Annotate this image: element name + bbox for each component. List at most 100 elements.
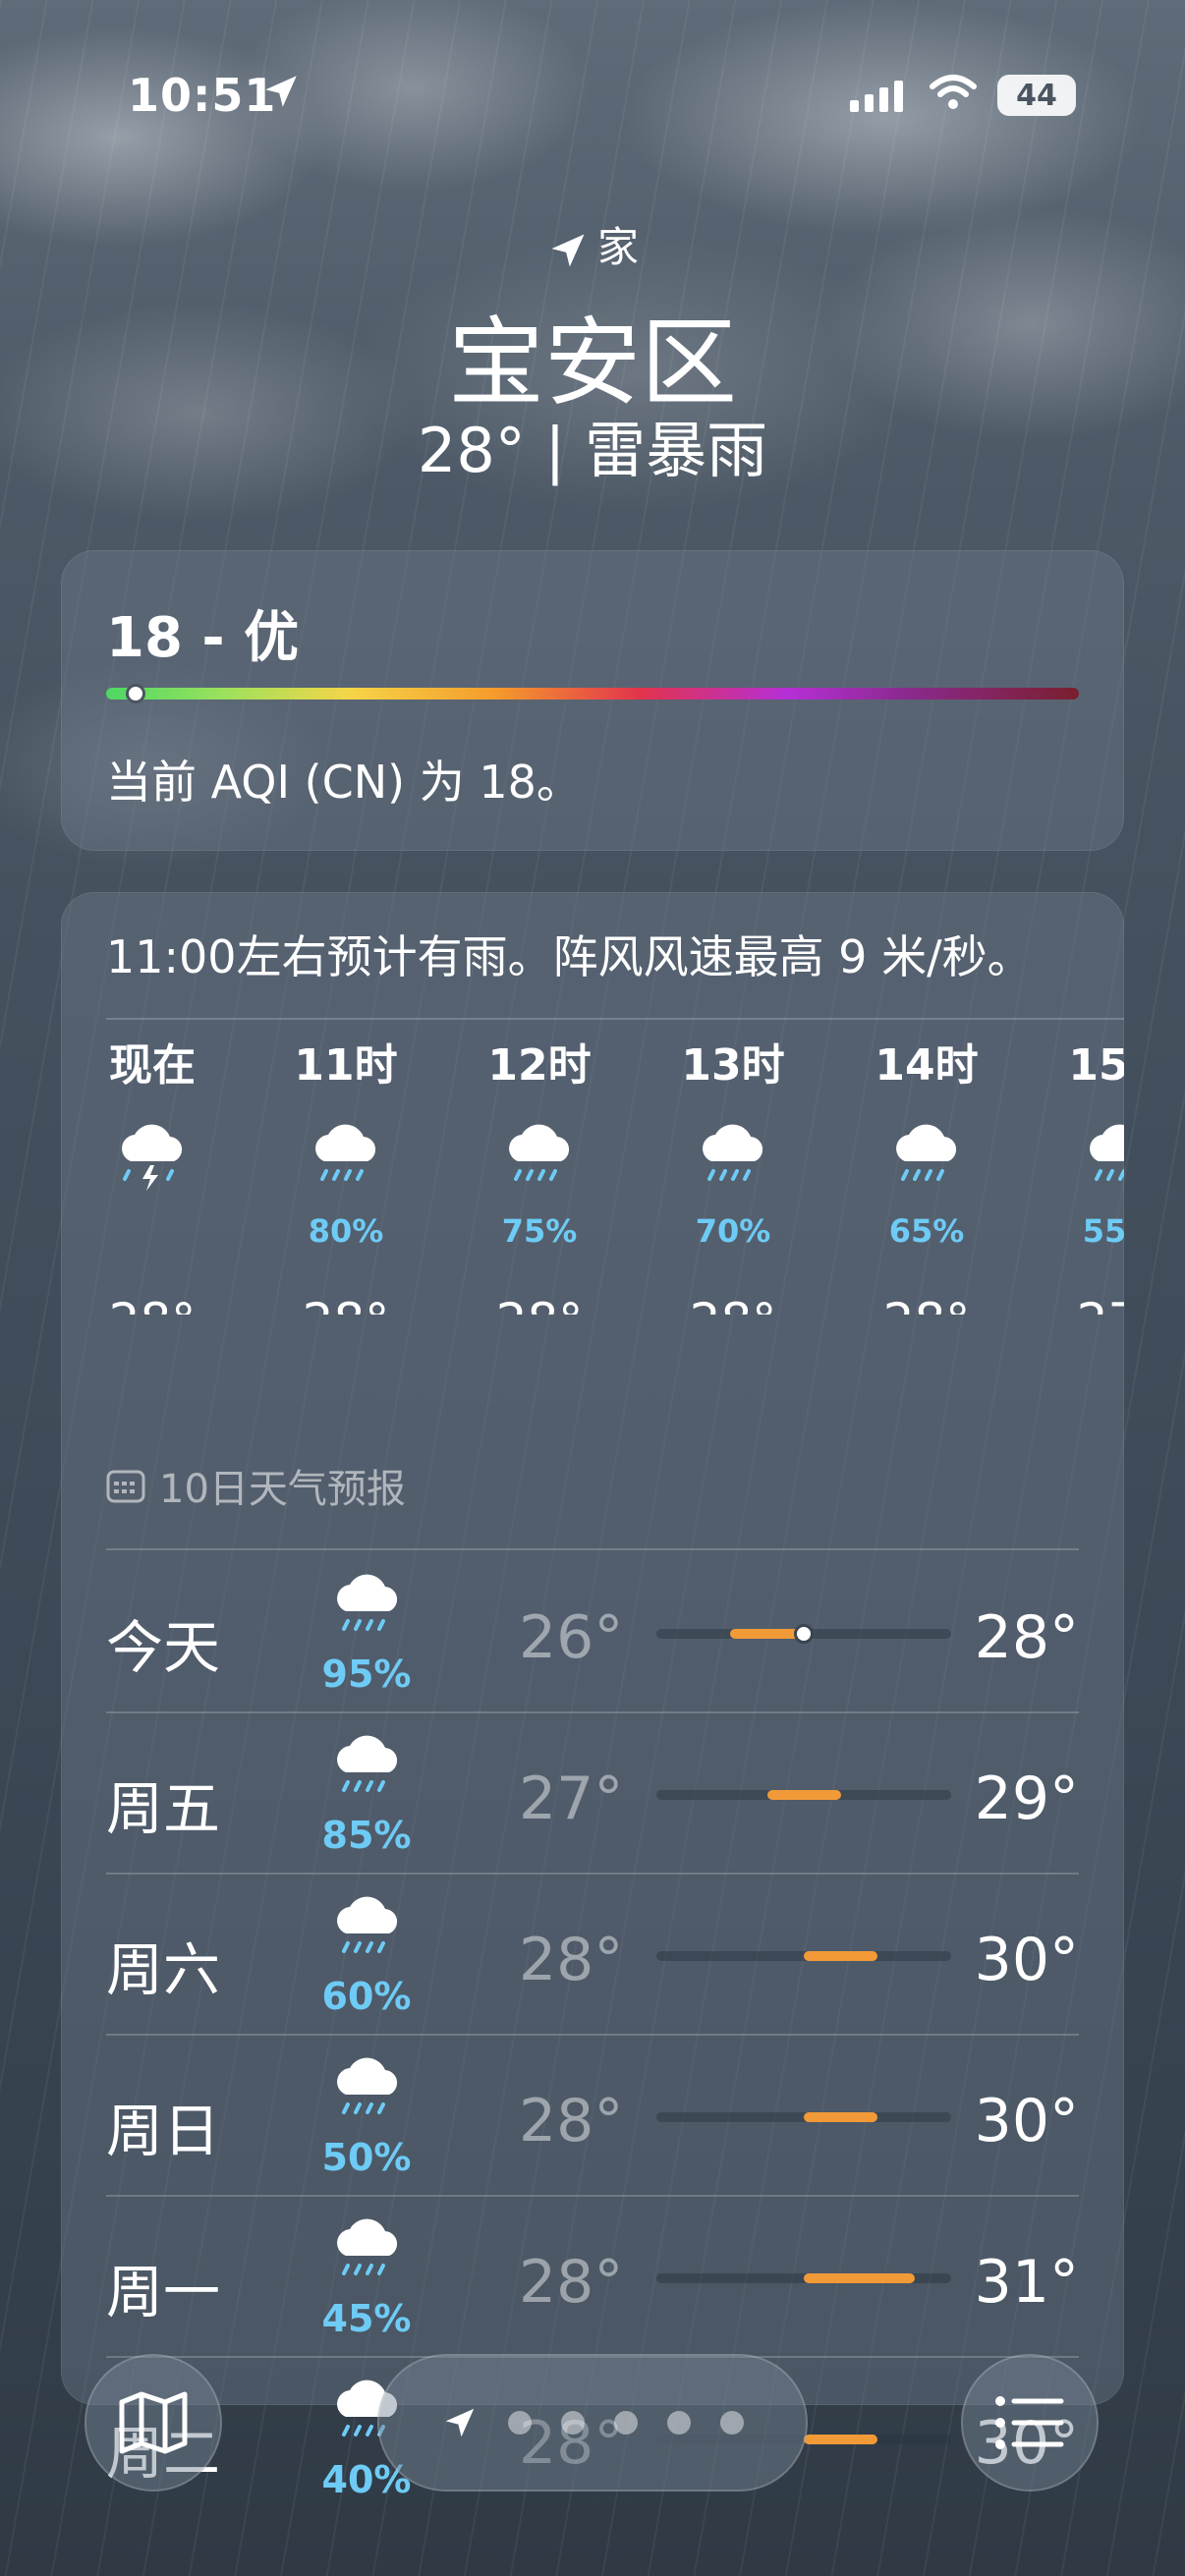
precip-chance: 65% xyxy=(888,1212,965,1250)
forecast-card: 11:00左右预计有雨。阵风风速最高 9 米/秒。 现在 28° 11时 80% 28°… xyxy=(61,892,1124,2501)
city-list-button[interactable] xyxy=(961,2354,1099,2492)
map-icon xyxy=(119,2391,188,2454)
rain-cloud-icon xyxy=(1090,1124,1124,1181)
hour-label: 11时 xyxy=(294,1040,398,1091)
low-temperature: 28° xyxy=(519,2248,624,2317)
high-temperature: 30° xyxy=(974,2087,1079,2156)
aqi-scale-bar xyxy=(106,688,1079,700)
hour-temperature: 28° xyxy=(106,1293,246,1315)
hour-temperature: 27° xyxy=(1027,1293,1124,1315)
hour-temperature: 28° xyxy=(446,1293,633,1315)
location-arrow-icon xyxy=(445,2408,475,2437)
day-name: 周六 xyxy=(106,1936,221,2003)
rain-cloud-icon xyxy=(703,1124,763,1181)
thunderstorm-icon xyxy=(115,1118,190,1199)
page-indicator[interactable] xyxy=(377,2354,808,2492)
precip-chance: 45% xyxy=(321,2297,412,2340)
precip-chance: 95% xyxy=(321,1652,412,1696)
temperature-range-fill xyxy=(730,1629,804,1639)
precip-chance: 70% xyxy=(695,1212,771,1250)
precip-chance: 75% xyxy=(501,1212,578,1250)
hour-label: 13时 xyxy=(681,1040,785,1091)
precip-chance: 50% xyxy=(321,2136,412,2179)
low-temperature: 26° xyxy=(519,1603,624,1672)
temperature-range-bar xyxy=(656,1790,951,1800)
rain-cloud-icon xyxy=(337,2218,398,2275)
aqi-card[interactable]: 18 - 优 当前 AQI (CN) 为 18。 xyxy=(61,550,1124,851)
precip-chance: 85% xyxy=(321,1814,412,1857)
rain-cloud-icon xyxy=(696,1118,770,1199)
thunderstorm-icon xyxy=(122,1124,183,1191)
page-dot xyxy=(508,2411,532,2435)
rain-cloud-icon xyxy=(509,1124,570,1181)
home-text: 家 xyxy=(596,223,639,271)
location-home-label: 家 xyxy=(0,214,1185,274)
current-summary: 28° | 雷暴雨 xyxy=(417,415,768,486)
page-dot xyxy=(720,2411,744,2435)
status-time: 10:51 xyxy=(128,69,277,122)
aqi-description: 当前 AQI (CN) 为 18。 xyxy=(106,756,582,809)
rain-cloud-icon xyxy=(337,1574,398,1631)
low-temperature: 28° xyxy=(519,2087,624,2156)
list-icon xyxy=(995,2396,1064,2449)
day-name: 今天 xyxy=(106,1614,221,1681)
ten-day-title: 10日天气预报 xyxy=(159,1467,406,1512)
day-name: 周一 xyxy=(106,2259,221,2325)
page-dot xyxy=(561,2411,585,2435)
rain-cloud-icon xyxy=(502,1118,577,1199)
temperature-range-bar xyxy=(656,2112,951,2122)
hourly-forecast-strip[interactable]: 现在 28° 11时 80% 28° 12时 75% 28° 13时 70% 28° 14时 65% 28… xyxy=(106,1020,1124,1315)
location-arrow-icon xyxy=(551,234,585,266)
aqi-marker xyxy=(125,684,145,703)
daily-forecast-row[interactable]: 周五 85% 27° 29° xyxy=(106,1711,1079,1873)
rain-cloud-icon xyxy=(896,1124,957,1181)
cellular-signal-icon xyxy=(850,81,903,112)
daily-forecast-row[interactable]: 周日 50% 28° 30° xyxy=(106,2034,1079,2195)
precip-chance: 80% xyxy=(308,1212,384,1250)
temperature-range-fill xyxy=(766,1790,841,1800)
temperature-range-bar xyxy=(656,1624,951,1644)
rain-cloud-icon xyxy=(889,1118,964,1199)
rain-cloud-icon xyxy=(337,1896,398,1953)
day-name: 周五 xyxy=(106,1775,221,1842)
hour-temperature: 28° xyxy=(640,1293,826,1315)
day-name: 周日 xyxy=(106,2098,221,2164)
hour-temperature: 28° xyxy=(253,1293,439,1315)
high-temperature: 29° xyxy=(974,1764,1079,1833)
hour-label: 12时 xyxy=(487,1040,592,1091)
hour-label: 14时 xyxy=(875,1040,979,1091)
forecast-summary: 11:00左右预计有雨。阵风风速最高 9 米/秒。 xyxy=(106,930,1033,983)
wifi-icon xyxy=(930,75,977,109)
ten-day-header: 10日天气预报 xyxy=(106,1457,406,1514)
calendar-icon xyxy=(106,1470,145,1503)
hour-temperature: 28° xyxy=(833,1293,1020,1315)
low-temperature: 27° xyxy=(519,1764,624,1833)
rain-cloud-icon xyxy=(330,2051,405,2132)
rain-cloud-icon xyxy=(1083,1118,1124,1199)
precip-chance: 60% xyxy=(321,1975,412,2018)
temperature-range-fill xyxy=(804,2273,915,2283)
page-dot xyxy=(667,2411,691,2435)
rain-cloud-icon xyxy=(330,1890,405,1971)
daily-forecast-row[interactable]: 周一 45% 28° 31° xyxy=(106,2195,1079,2356)
hour-label: 现在 xyxy=(109,1040,196,1091)
aqi-value: 18 - 优 xyxy=(106,606,300,670)
high-temperature: 28° xyxy=(974,1603,1079,1672)
temperature-range-fill xyxy=(804,2435,877,2444)
rain-cloud-icon xyxy=(330,1729,405,1810)
page-dot xyxy=(614,2411,638,2435)
low-temperature: 28° xyxy=(519,1926,624,1994)
rain-cloud-icon xyxy=(315,1124,376,1181)
temperature-range-fill xyxy=(804,1951,877,1961)
daily-forecast-row[interactable]: 周六 60% 28° 30° xyxy=(106,1873,1079,2034)
high-temperature: 30° xyxy=(974,1926,1079,1994)
temperature-range-bar xyxy=(656,1951,951,1961)
map-button[interactable] xyxy=(85,2354,222,2492)
daily-forecast-row[interactable]: 今天 95% 26° 28° xyxy=(106,1550,1079,1711)
temperature-range-fill xyxy=(804,2112,877,2122)
rain-cloud-icon xyxy=(330,2212,405,2293)
hour-label: 15时 xyxy=(1068,1040,1124,1091)
rain-cloud-icon xyxy=(330,1568,405,1649)
temperature-range-bar xyxy=(656,2273,951,2283)
rain-cloud-icon xyxy=(337,2057,398,2114)
